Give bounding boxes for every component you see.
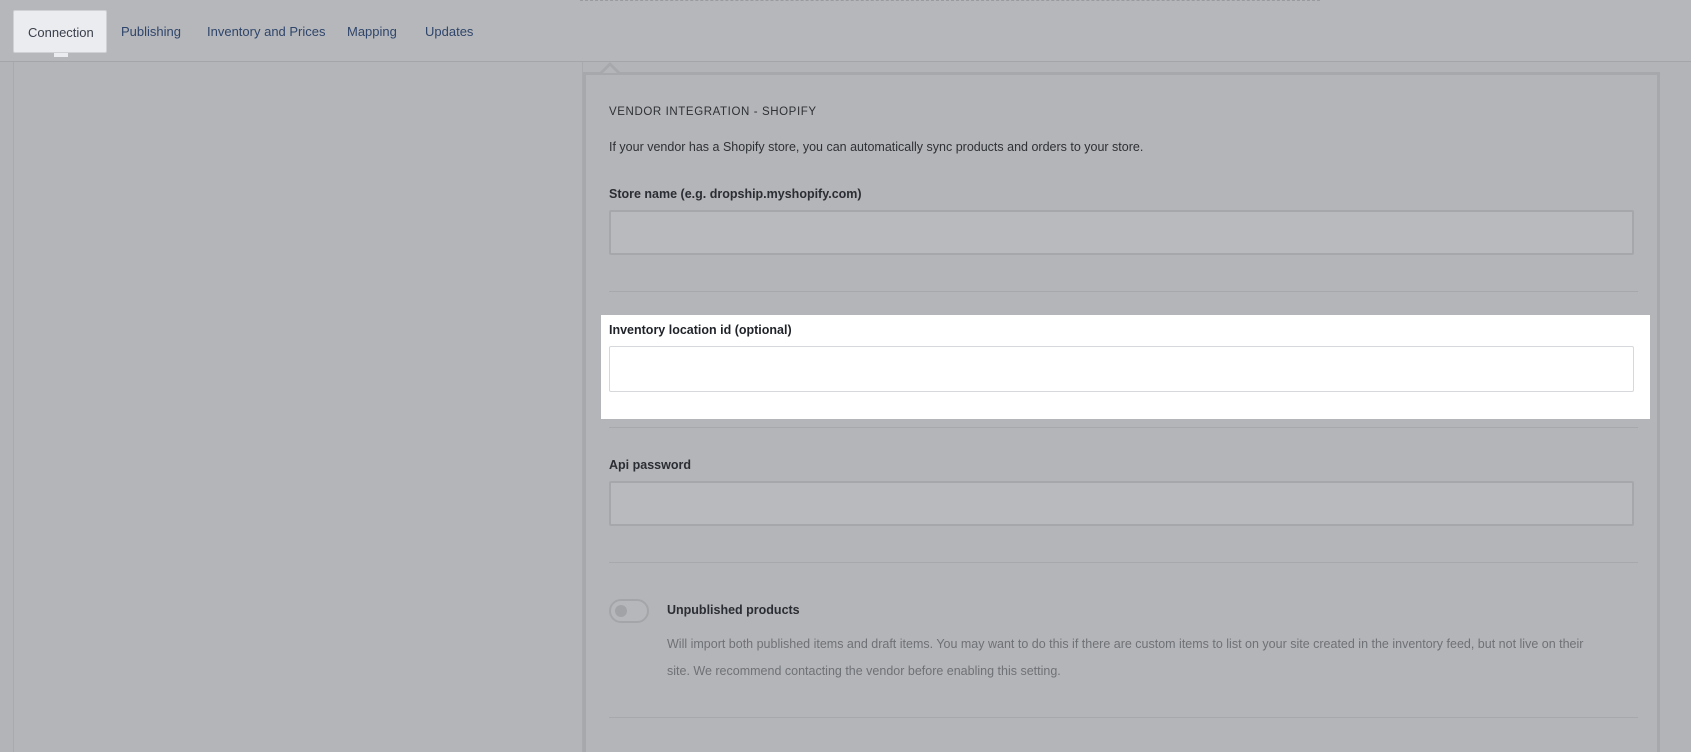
tab-publishing[interactable]: Publishing bbox=[121, 10, 181, 53]
divider bbox=[609, 427, 1638, 428]
unpublished-products-label: Unpublished products bbox=[667, 603, 800, 617]
section-description: If your vendor has a Shopify store, you … bbox=[609, 140, 1144, 154]
divider bbox=[609, 291, 1638, 292]
page: Connection Publishing Inventory and Pric… bbox=[0, 0, 1691, 752]
divider bbox=[609, 717, 1638, 718]
tab-connection-label: Connection bbox=[28, 25, 94, 40]
tab-bar: Connection Publishing Inventory and Pric… bbox=[0, 0, 1691, 62]
api-password-input[interactable] bbox=[609, 481, 1634, 526]
tab-publishing-label: Publishing bbox=[121, 24, 181, 39]
store-name-label: Store name (e.g. dropship.myshopify.com) bbox=[609, 187, 862, 201]
section-title: VENDOR INTEGRATION - SHOPIFY bbox=[609, 106, 817, 118]
panel-pointer-inner bbox=[603, 66, 617, 73]
inventory-location-input[interactable] bbox=[609, 346, 1634, 392]
tab-inventory-and-prices-label: Inventory and Prices bbox=[207, 24, 326, 39]
tab-connection[interactable]: Connection bbox=[13, 10, 107, 57]
toggle-knob bbox=[615, 605, 627, 617]
unpublished-products-description: Will import both published items and dra… bbox=[667, 637, 1584, 678]
tab-mapping[interactable]: Mapping bbox=[347, 10, 397, 53]
api-password-label: Api password bbox=[609, 458, 691, 472]
active-tab-indicator bbox=[54, 53, 68, 57]
tab-bar-top-edge bbox=[580, 0, 1320, 2]
inventory-location-label: Inventory location id (optional) bbox=[609, 323, 792, 337]
tab-mapping-label: Mapping bbox=[347, 24, 397, 39]
tab-updates-label: Updates bbox=[425, 24, 474, 39]
divider bbox=[609, 562, 1638, 563]
store-name-input[interactable] bbox=[609, 210, 1634, 255]
unpublished-products-toggle[interactable] bbox=[609, 599, 649, 623]
tab-updates[interactable]: Updates bbox=[425, 10, 473, 53]
tab-inventory-and-prices[interactable]: Inventory and Prices bbox=[207, 10, 326, 53]
left-column bbox=[13, 62, 583, 752]
